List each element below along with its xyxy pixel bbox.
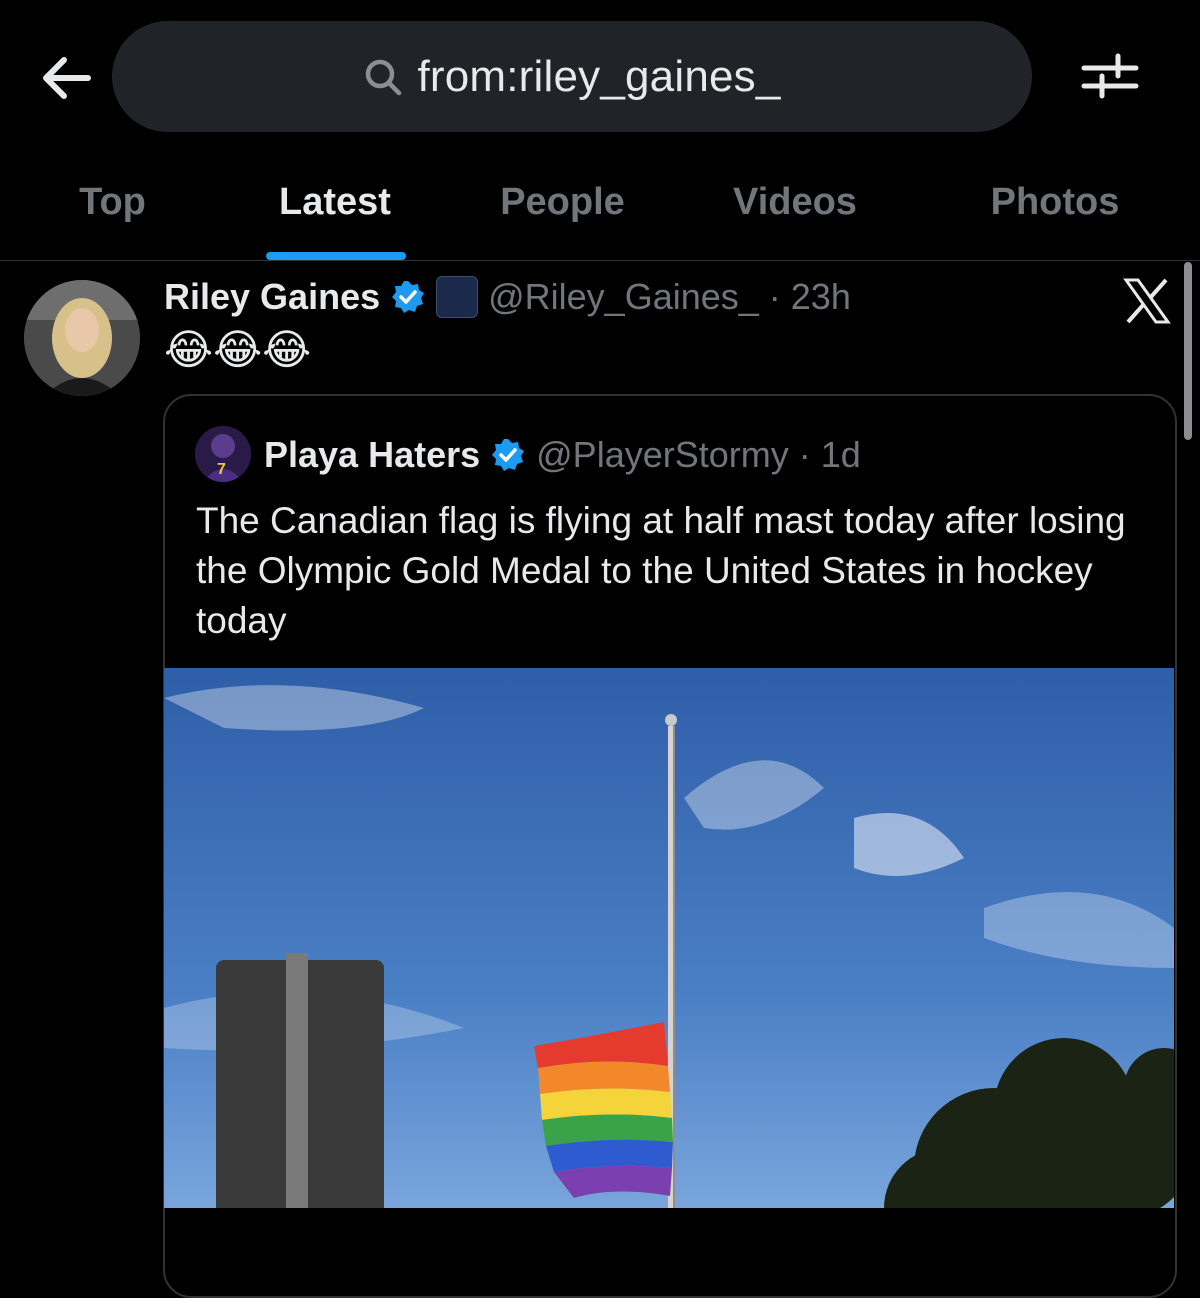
- tweet-text: 😂😂😂: [164, 326, 312, 373]
- search-query[interactable]: from:riley_gaines_: [417, 52, 780, 102]
- quote-media-photo[interactable]: [164, 668, 1174, 1208]
- quote-handle[interactable]: @PlayerStormy: [536, 434, 789, 476]
- tab-latest[interactable]: Latest: [250, 172, 420, 232]
- arrow-left-icon: [43, 57, 91, 99]
- tab-people[interactable]: People: [475, 172, 650, 232]
- separator-dot: ·: [798, 434, 811, 475]
- quote-avatar[interactable]: 7: [195, 426, 251, 482]
- quote-author-name[interactable]: Playa Haters: [264, 434, 480, 476]
- tweet-time[interactable]: 23h: [791, 276, 851, 318]
- quote-author-row: Playa Haters @PlayerStormy · 1d: [264, 430, 861, 480]
- verified-badge-icon: [392, 281, 425, 313]
- active-tab-indicator: [266, 252, 406, 260]
- quote-time[interactable]: 1d: [821, 434, 861, 476]
- search-icon: [366, 59, 402, 95]
- tabs-divider: [0, 260, 1200, 261]
- x-logo-icon: [1122, 276, 1172, 326]
- search-bar[interactable]: from:riley_gaines_: [112, 21, 1032, 132]
- tab-videos[interactable]: Videos: [710, 172, 880, 232]
- verified-badge-icon: [492, 439, 525, 471]
- separator-dot: ·: [768, 276, 781, 317]
- tweet-author-row: Riley Gaines @Riley_Gaines_ · 23h: [164, 272, 851, 322]
- back-button[interactable]: [36, 48, 96, 108]
- sliders-icon: [1081, 53, 1139, 99]
- tab-top[interactable]: Top: [40, 172, 185, 232]
- tab-photos[interactable]: Photos: [970, 172, 1140, 232]
- search-filter-button[interactable]: [1080, 46, 1140, 106]
- author-name[interactable]: Riley Gaines: [164, 276, 380, 318]
- author-handle[interactable]: @Riley_Gaines_: [488, 276, 759, 318]
- affiliation-badge-icon[interactable]: [436, 276, 479, 318]
- scrollbar[interactable]: [1184, 262, 1192, 440]
- avatar[interactable]: [24, 280, 140, 396]
- svg-text:7: 7: [217, 461, 226, 478]
- quote-text: The Canadian flag is flying at half mast…: [196, 500, 1126, 641]
